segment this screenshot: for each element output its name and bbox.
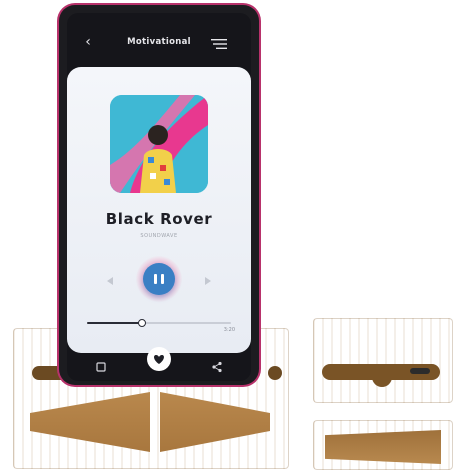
song-artist: SOUNDWAVE xyxy=(140,233,178,239)
stand-top-view-thumbnail xyxy=(313,318,453,403)
progress-track[interactable] xyxy=(87,319,231,327)
stand-slot-right xyxy=(268,366,282,380)
stand-cable-hole xyxy=(410,368,430,374)
song-title: Black Rover xyxy=(105,210,213,228)
stand-horn-opening xyxy=(325,430,441,464)
previous-track-icon[interactable] xyxy=(105,276,115,286)
back-chevron-icon[interactable]: ‹ xyxy=(81,35,95,49)
heart-icon xyxy=(154,355,164,364)
bottom-action-bar xyxy=(67,347,251,381)
album-art-illustration xyxy=(110,95,208,193)
album-art xyxy=(110,95,208,193)
smartphone: ‹ Motivational Black Rover SOUNDWAVE 3:2… xyxy=(59,5,259,385)
playlist-title: Motivational xyxy=(127,37,191,47)
pause-button[interactable] xyxy=(143,263,175,295)
progress-fill xyxy=(87,322,142,324)
phone-screen: ‹ Motivational Black Rover SOUNDWAVE 3:2… xyxy=(67,13,251,381)
pause-icon xyxy=(154,274,157,284)
track-duration: 3:20 xyxy=(223,327,235,333)
app-header: ‹ Motivational xyxy=(67,13,251,67)
progress-scrubber[interactable] xyxy=(137,319,146,327)
player-card: Black Rover SOUNDWAVE 3:20 xyxy=(67,67,251,353)
share-icon[interactable] xyxy=(211,361,223,373)
pause-icon-bar xyxy=(161,274,164,284)
menu-icon[interactable] xyxy=(211,38,227,50)
playlist-icon[interactable] xyxy=(95,361,107,373)
heart-button[interactable] xyxy=(147,347,171,371)
next-track-icon[interactable] xyxy=(203,276,213,286)
